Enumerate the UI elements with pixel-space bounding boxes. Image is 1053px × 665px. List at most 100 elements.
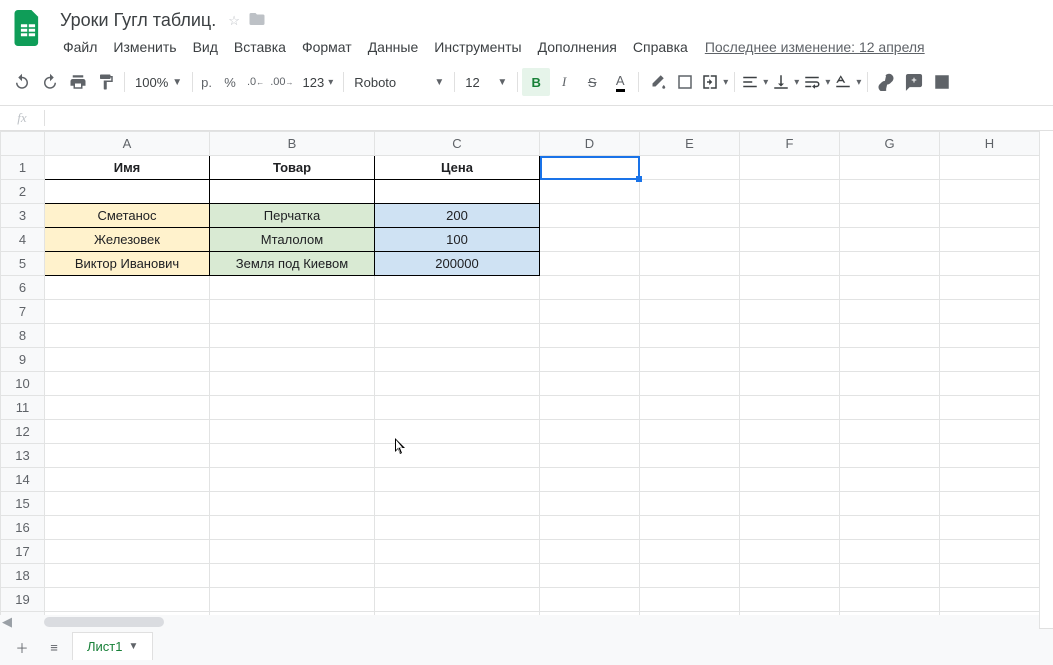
- select-all-corner[interactable]: [1, 132, 45, 156]
- row-header-18[interactable]: 18: [1, 564, 45, 588]
- cell-H9[interactable]: [940, 348, 1040, 372]
- cell-H1[interactable]: [940, 156, 1040, 180]
- cell-F16[interactable]: [740, 516, 840, 540]
- cell-C17[interactable]: [375, 540, 540, 564]
- cell-G12[interactable]: [840, 420, 940, 444]
- row-header-2[interactable]: 2: [1, 180, 45, 204]
- cell-C16[interactable]: [375, 516, 540, 540]
- horizontal-scrollbar[interactable]: ◀: [0, 615, 1039, 629]
- cell-G10[interactable]: [840, 372, 940, 396]
- cell-E9[interactable]: [640, 348, 740, 372]
- cell-B12[interactable]: [210, 420, 375, 444]
- cell-A5[interactable]: Виктор Иванович: [45, 252, 210, 276]
- cell-D17[interactable]: [540, 540, 640, 564]
- column-header-C[interactable]: C: [375, 132, 540, 156]
- insert-link-button[interactable]: [872, 68, 900, 96]
- cell-H5[interactable]: [940, 252, 1040, 276]
- cell-B13[interactable]: [210, 444, 375, 468]
- cell-B10[interactable]: [210, 372, 375, 396]
- cell-B3[interactable]: Перчатка: [210, 204, 375, 228]
- all-sheets-button[interactable]: ≡: [40, 633, 68, 661]
- cell-D16[interactable]: [540, 516, 640, 540]
- text-rotation-button[interactable]: ▾: [832, 69, 863, 95]
- cell-A11[interactable]: [45, 396, 210, 420]
- column-header-G[interactable]: G: [840, 132, 940, 156]
- cell-D9[interactable]: [540, 348, 640, 372]
- sheets-logo-icon[interactable]: [8, 8, 48, 48]
- cell-A15[interactable]: [45, 492, 210, 516]
- cell-H12[interactable]: [940, 420, 1040, 444]
- row-header-5[interactable]: 5: [1, 252, 45, 276]
- bold-button[interactable]: B: [522, 68, 550, 96]
- column-header-F[interactable]: F: [740, 132, 840, 156]
- cell-G2[interactable]: [840, 180, 940, 204]
- cell-B7[interactable]: [210, 300, 375, 324]
- cell-E15[interactable]: [640, 492, 740, 516]
- cell-B11[interactable]: [210, 396, 375, 420]
- cell-A1[interactable]: Имя: [45, 156, 210, 180]
- row-header-1[interactable]: 1: [1, 156, 45, 180]
- cell-E13[interactable]: [640, 444, 740, 468]
- cell-F19[interactable]: [740, 588, 840, 612]
- print-button[interactable]: [64, 68, 92, 96]
- merge-cells-button[interactable]: ▾: [699, 69, 730, 95]
- italic-button[interactable]: I: [550, 68, 578, 96]
- row-header-4[interactable]: 4: [1, 228, 45, 252]
- cell-D12[interactable]: [540, 420, 640, 444]
- cell-C2[interactable]: [375, 180, 540, 204]
- column-header-H[interactable]: H: [940, 132, 1040, 156]
- menu-data[interactable]: Данные: [361, 35, 426, 59]
- cell-G4[interactable]: [840, 228, 940, 252]
- cell-A16[interactable]: [45, 516, 210, 540]
- cell-F18[interactable]: [740, 564, 840, 588]
- cell-G7[interactable]: [840, 300, 940, 324]
- folder-icon[interactable]: [248, 10, 266, 31]
- cell-D8[interactable]: [540, 324, 640, 348]
- cell-H14[interactable]: [940, 468, 1040, 492]
- cell-E8[interactable]: [640, 324, 740, 348]
- cell-H16[interactable]: [940, 516, 1040, 540]
- cell-A14[interactable]: [45, 468, 210, 492]
- redo-button[interactable]: [36, 68, 64, 96]
- cell-E18[interactable]: [640, 564, 740, 588]
- currency-button[interactable]: р.: [197, 68, 216, 96]
- cell-G9[interactable]: [840, 348, 940, 372]
- document-title[interactable]: Уроки Гугл таблиц.: [56, 8, 220, 33]
- cell-F5[interactable]: [740, 252, 840, 276]
- cell-G17[interactable]: [840, 540, 940, 564]
- text-color-button[interactable]: A: [606, 68, 634, 96]
- fill-color-button[interactable]: [643, 68, 671, 96]
- cell-H2[interactable]: [940, 180, 1040, 204]
- cell-F14[interactable]: [740, 468, 840, 492]
- cell-E11[interactable]: [640, 396, 740, 420]
- row-header-11[interactable]: 11: [1, 396, 45, 420]
- cell-C3[interactable]: 200: [375, 204, 540, 228]
- cell-C1[interactable]: Цена: [375, 156, 540, 180]
- borders-button[interactable]: [671, 68, 699, 96]
- column-header-D[interactable]: D: [540, 132, 640, 156]
- sheet-tab-menu-icon[interactable]: ▼: [128, 641, 138, 652]
- add-sheet-button[interactable]: ＋: [8, 633, 36, 661]
- row-header-16[interactable]: 16: [1, 516, 45, 540]
- sheet-tab-active[interactable]: Лист1 ▼: [72, 632, 153, 660]
- cell-C18[interactable]: [375, 564, 540, 588]
- cell-D4[interactable]: [540, 228, 640, 252]
- cell-C9[interactable]: [375, 348, 540, 372]
- cell-H15[interactable]: [940, 492, 1040, 516]
- cell-D7[interactable]: [540, 300, 640, 324]
- cell-A13[interactable]: [45, 444, 210, 468]
- cell-H8[interactable]: [940, 324, 1040, 348]
- cell-H7[interactable]: [940, 300, 1040, 324]
- column-header-A[interactable]: A: [45, 132, 210, 156]
- cell-C4[interactable]: 100: [375, 228, 540, 252]
- cell-B6[interactable]: [210, 276, 375, 300]
- cell-D11[interactable]: [540, 396, 640, 420]
- menu-insert[interactable]: Вставка: [227, 35, 293, 59]
- cell-E1[interactable]: [640, 156, 740, 180]
- cell-B19[interactable]: [210, 588, 375, 612]
- cell-D19[interactable]: [540, 588, 640, 612]
- row-header-14[interactable]: 14: [1, 468, 45, 492]
- horizontal-align-button[interactable]: ▾: [739, 69, 770, 95]
- column-header-E[interactable]: E: [640, 132, 740, 156]
- cell-B14[interactable]: [210, 468, 375, 492]
